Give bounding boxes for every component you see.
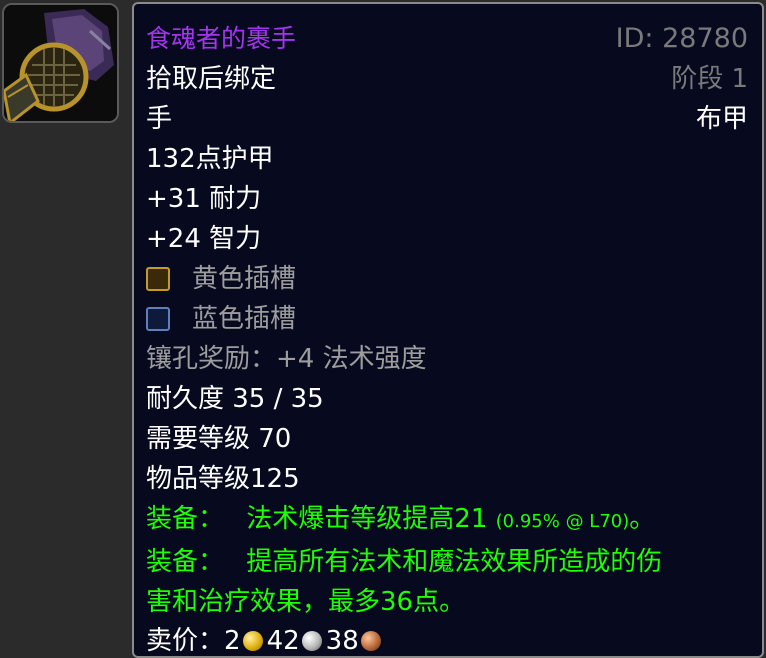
copper-coin-icon	[360, 631, 381, 651]
stat-stamina: +31 耐力	[146, 184, 262, 214]
socket-yellow: 黄色插槽	[146, 264, 296, 294]
yellow-socket-icon	[146, 267, 170, 291]
sell-gold: 2	[224, 626, 241, 656]
item-phase: 阶段 1	[671, 64, 748, 94]
sell-price-label: 卖价：	[146, 626, 225, 656]
equip-crit-note: (0.95% @ L70)	[495, 511, 630, 532]
item-name[interactable]: 食魂者的裹手	[146, 24, 296, 54]
cloth-gloves-icon	[4, 5, 117, 121]
socket-blue-label: 蓝色插槽	[192, 304, 297, 334]
equip-spellpower-line2: 害和治疗效果，最多36点。	[146, 587, 466, 617]
sell-silver: 42	[266, 626, 300, 656]
item-id: ID: 28780	[615, 23, 748, 54]
socket-bonus: 镶孔奖励：+4 法术强度	[146, 344, 427, 374]
socket-blue: 蓝色插槽	[146, 304, 296, 334]
equip-prefix: 装备：	[146, 504, 225, 534]
durability: 耐久度 35 / 35	[146, 384, 324, 414]
gold-coin-icon	[242, 631, 263, 651]
item-level: 物品等级125	[146, 464, 300, 494]
blue-socket-icon	[146, 307, 170, 331]
equip-crit-text: 法术爆击等级提高21	[246, 504, 488, 534]
item-slot: 手	[146, 104, 173, 134]
equip-effect-crit: 装备： 法术爆击等级提高21 (0.95% @ L70)。	[146, 504, 655, 537]
socket-yellow-label: 黄色插槽	[192, 264, 297, 294]
item-icon-frame[interactable]	[2, 3, 119, 123]
equip-effect-spellpower: 装备： 提高所有法术和魔法效果所造成的伤	[146, 547, 662, 577]
silver-coin-icon	[301, 631, 322, 651]
equip-spellpower-line1: 提高所有法术和魔法效果所造成的伤	[246, 547, 663, 577]
stat-intellect: +24 智力	[146, 224, 262, 254]
item-tooltip: 食魂者的裹手 ID: 28780 阶段 1 拾取后绑定 手 布甲 132点护甲 …	[132, 2, 764, 658]
sell-copper: 38	[325, 626, 359, 656]
armor-type: 布甲	[695, 104, 748, 134]
equip-prefix: 装备：	[146, 547, 225, 577]
sell-price: 卖价：2 42 38	[146, 626, 385, 656]
equip-crit-suffix: 。	[629, 504, 656, 534]
bind-type: 拾取后绑定	[146, 64, 277, 94]
required-level: 需要等级 70	[146, 424, 292, 454]
armor-value: 132点护甲	[146, 144, 274, 174]
